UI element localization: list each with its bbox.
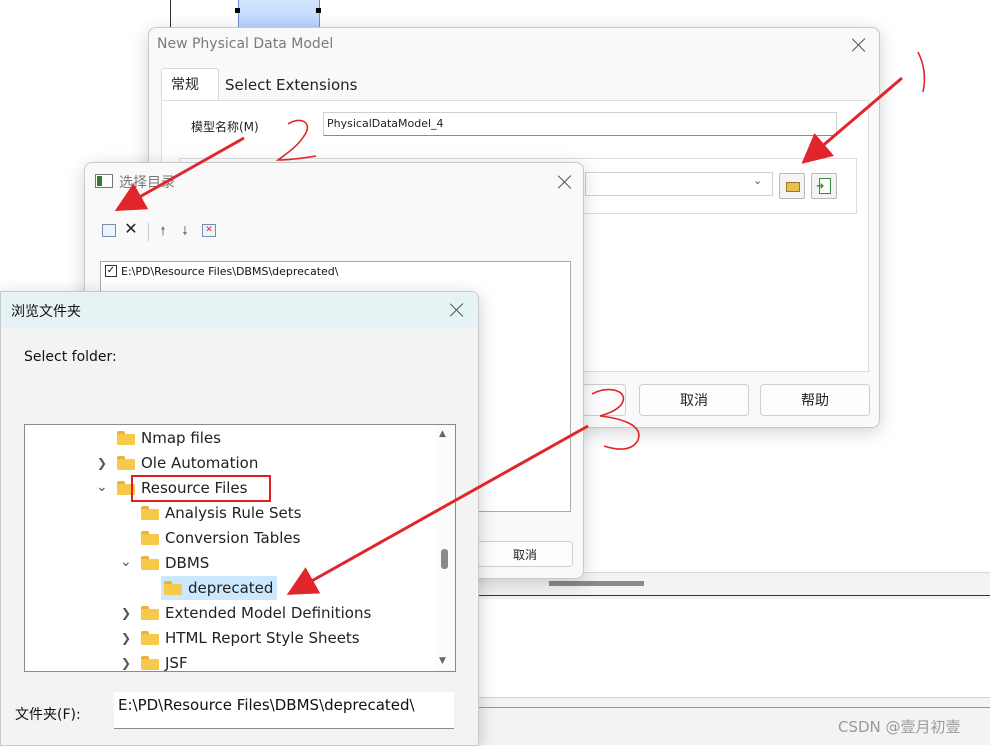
canvas-shape [238, 0, 320, 30]
chevron-right-icon[interactable]: ❯ [121, 631, 131, 645]
close-icon[interactable] [557, 174, 573, 190]
folder-icon [117, 455, 135, 470]
import-button[interactable]: ➜ [811, 173, 837, 199]
scroll-thumb[interactable] [441, 549, 448, 569]
folder-icon [117, 430, 135, 445]
tree-item[interactable]: HTML Report Style Sheets [141, 625, 360, 650]
dialog-app-icon [95, 174, 113, 188]
watermark: CSDN @壹月初壹 [838, 718, 961, 736]
toolbar-separator [148, 223, 149, 241]
folder-icon [141, 530, 159, 545]
tree-item-label: Ole Automation [141, 453, 259, 472]
annotation-label-3: 3 [610, 410, 611, 411]
folder-path-value: E:\PD\Resource Files\DBMS\deprecated\ [118, 696, 415, 714]
scrollbar-thumb[interactable] [549, 581, 644, 586]
tree-scrollbar[interactable] [435, 425, 455, 671]
canvas-handle[interactable] [235, 8, 240, 13]
help-button[interactable]: 帮助 [760, 384, 870, 416]
close-icon[interactable] [851, 37, 867, 53]
select-folder-prompt: Select folder: [24, 349, 117, 365]
browse-folder-button[interactable] [779, 173, 805, 199]
tree-item[interactable]: Conversion Tables [141, 525, 300, 550]
tree-item-label: deprecated [188, 578, 274, 597]
annotation-one-stroke [917, 51, 926, 93]
tree-item[interactable]: Extended Model Definitions [141, 600, 371, 625]
tree-item-label: HTML Report Style Sheets [165, 628, 360, 647]
output-area [477, 599, 990, 698]
tree-item[interactable]: Analysis Rule Sets [141, 500, 301, 525]
tree-item-label: Extended Model Definitions [165, 603, 372, 622]
folder-tree: ▲ ▼ Nmap files ❯ Ole Automation ⌄ Resour… [24, 424, 456, 672]
dbms-select[interactable] [585, 172, 773, 196]
tree-item[interactable]: JSF [141, 650, 188, 672]
tree-item-label: JSF [165, 653, 188, 672]
scroll-down-arrow[interactable]: ▼ [439, 656, 446, 666]
canvas-line [170, 0, 171, 30]
status-strip [477, 707, 990, 708]
annotation-label-1: 1 [914, 60, 915, 61]
clear-list-icon[interactable]: ✕ [202, 224, 216, 237]
separator-line [477, 595, 990, 596]
chevron-down-icon[interactable]: ⌄ [96, 479, 108, 495]
cancel-button[interactable]: 取消 [639, 384, 749, 416]
folder-icon [786, 182, 800, 192]
add-folder-icon[interactable] [102, 224, 116, 237]
dialog-title: New Physical Data Model [157, 36, 334, 52]
tab-general-label: 常规 [171, 77, 199, 93]
directory-path-item[interactable]: E:\PD\Resource Files\DBMS\deprecated\ [121, 265, 339, 278]
folder-icon [141, 630, 159, 645]
tree-item-label: DBMS [165, 553, 210, 572]
folder-icon [164, 580, 182, 595]
folder-icon [141, 655, 159, 670]
chevron-right-icon[interactable]: ❯ [97, 456, 107, 470]
chevron-right-icon[interactable]: ❯ [121, 606, 131, 620]
tab-select-extensions[interactable]: Select Extensions [225, 76, 358, 94]
close-icon[interactable] [449, 302, 465, 318]
folder-icon [141, 555, 159, 570]
highlight-box [131, 475, 271, 502]
directory-checkbox[interactable]: ✓ [105, 265, 117, 277]
folder-icon [141, 505, 159, 520]
scroll-up-arrow[interactable]: ▲ [439, 429, 446, 439]
tree-item-deprecated[interactable]: deprecated [164, 575, 273, 600]
annotation-label-2: 2 [290, 130, 291, 131]
tree-item[interactable]: Nmap files [117, 425, 221, 450]
tree-item-label: Nmap files [141, 428, 221, 447]
move-down-icon[interactable]: 🠗 [178, 224, 192, 238]
tree-item-label: Conversion Tables [165, 528, 301, 547]
folder-label: 文件夹(F): [15, 707, 81, 723]
tree-item[interactable]: DBMS [141, 550, 209, 575]
tree-item[interactable]: Ole Automation [117, 450, 258, 475]
dialog-title: 选择目录 [119, 175, 175, 191]
arrow-icon: ➜ [816, 181, 825, 192]
chevron-right-icon[interactable]: ❯ [121, 656, 131, 670]
model-name-label: 模型名称(M) [191, 120, 259, 134]
model-name-value: PhysicalDataModel_4 [327, 117, 444, 130]
cancel-button[interactable]: 取消 [477, 541, 573, 567]
icon-inner [97, 176, 102, 186]
browse-folder-dialog: 浏览文件夹 Select folder: ▲ ▼ Nmap files ❯ Ol… [0, 291, 479, 746]
chevron-down-icon[interactable]: ⌄ [120, 554, 132, 570]
canvas-handle[interactable] [316, 8, 321, 13]
dialog-title: 浏览文件夹 [11, 304, 81, 320]
chevron-down-icon[interactable]: ⌄ [753, 174, 762, 187]
delete-icon[interactable]: ✕ [124, 221, 138, 237]
tree-item-label: Analysis Rule Sets [165, 503, 302, 522]
move-up-icon[interactable]: 🠕 [156, 224, 170, 238]
folder-icon [141, 605, 159, 620]
